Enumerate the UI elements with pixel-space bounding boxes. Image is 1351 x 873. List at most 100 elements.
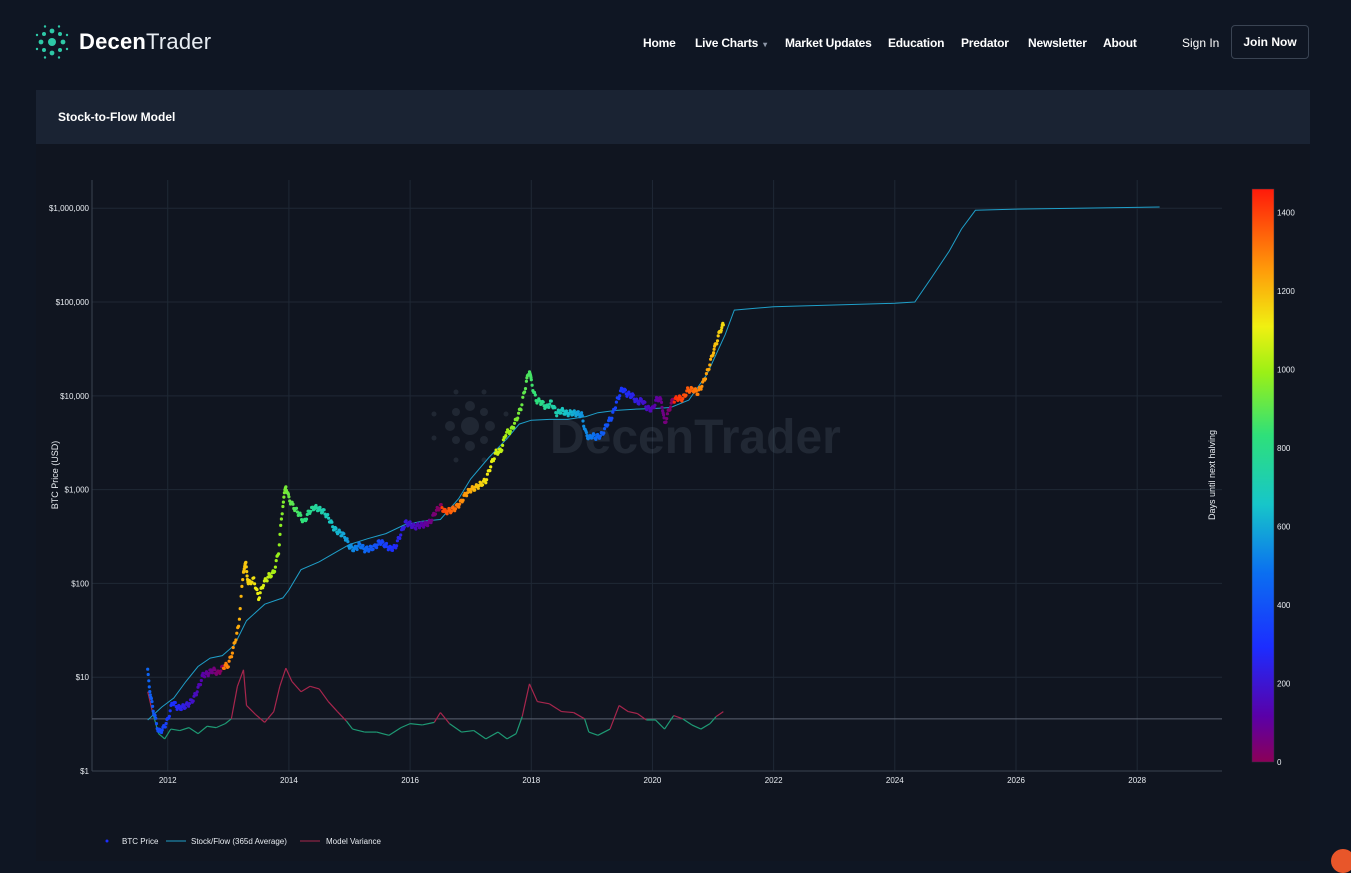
x-tick-label: 2024 [886,776,904,785]
variance-segment [400,723,411,729]
price-point [581,419,585,423]
price-point [512,426,516,430]
price-point [684,393,688,397]
price-point [665,417,669,421]
price-point [580,411,584,415]
nav-item-newsletter[interactable]: Newsletter [1028,36,1087,50]
price-point [559,411,563,415]
price-point [614,400,619,404]
colorbar-gradient [1251,188,1275,763]
x-tick-label: 2028 [1128,776,1146,785]
price-point [398,536,402,540]
price-point [164,721,168,726]
colorbar-title: Days until next halving [1207,430,1217,520]
variance-segment [682,718,693,726]
join-now-button[interactable]: Join Now [1231,25,1309,59]
price-point [449,509,454,513]
price-point [476,486,480,490]
price-point [613,406,618,410]
brand-name: DecenTrader [79,29,211,55]
price-point [492,457,496,461]
price-point [395,544,399,548]
price-point [659,400,664,404]
price-point [473,488,477,492]
nav-item-home[interactable]: Home [643,36,676,50]
price-point [584,430,589,435]
price-point [309,509,313,513]
nav-item-predator[interactable]: Predator [961,36,1009,50]
variance-segment [709,716,717,725]
price-point [381,540,385,544]
price-point [245,570,249,574]
price-point [219,669,223,673]
variance-segment [691,724,702,730]
price-point [284,485,288,489]
nav-item-live-charts[interactable]: Live Charts ▾ [695,36,767,50]
variance-segment [609,705,620,730]
variance-segment [715,711,724,718]
price-point [541,400,545,404]
price-point [153,713,157,718]
price-point [237,617,241,621]
price-point [715,339,720,343]
price-point [146,672,150,677]
brand-name-part1: Decen [79,29,147,54]
price-point [257,596,261,600]
price-point [715,342,719,346]
price-point [465,494,469,498]
variance-segment [207,725,217,729]
price-point [280,512,284,516]
variance-segment [597,728,611,736]
top-navigation-bar: DecenTrader Home Live Charts ▾ Market Upd… [0,0,1351,90]
price-point [239,594,243,598]
price-point [637,402,641,406]
price-point [623,388,628,392]
price-point [517,411,521,415]
price-point [439,503,443,507]
brand-logo[interactable]: DecenTrader [34,24,211,60]
chat-widget-icon[interactable] [1331,849,1351,873]
stock-to-flow-chart[interactable]: DecenTrader BTC Price (USD) $1 $10 $100 $1,… [36,144,1310,861]
price-point [237,624,241,628]
price-point [160,728,164,732]
price-point [154,722,159,726]
price-point [529,378,533,382]
price-point [244,565,248,569]
price-point [548,402,552,406]
model-variance-series [92,667,1222,740]
price-point [458,502,462,506]
x-tick-label: 2014 [280,776,298,785]
price-point [198,683,203,687]
nav-item-about[interactable]: About [1103,36,1137,50]
price-point [592,433,596,437]
variance-segment [336,711,347,722]
variance-segment [264,711,275,723]
price-point [191,699,195,703]
x-tick-label: 2026 [1007,776,1025,785]
x-tick-label: 2016 [401,776,419,785]
sign-in-link[interactable]: Sign In [1182,36,1219,50]
price-point [457,505,461,509]
price-point [179,707,183,712]
variance-segment [410,723,423,726]
variance-segment [236,669,245,687]
variance-segment [537,700,550,705]
nav-item-market-updates[interactable]: Market Updates [785,36,872,50]
variance-segment [573,712,585,720]
variance-segment [158,733,166,740]
price-point [598,434,602,438]
price-point [485,478,489,482]
price-point [183,706,187,710]
variance-segment [700,723,711,730]
price-point [199,678,203,683]
price-point [664,420,668,424]
price-point [252,576,256,580]
price-point [606,423,610,427]
price-point [203,675,207,679]
price-point [210,671,214,675]
price-point [281,504,285,509]
nav-item-education[interactable]: Education [888,36,944,50]
variance-segment [273,686,281,712]
price-point [696,392,700,396]
price-point [269,574,273,578]
